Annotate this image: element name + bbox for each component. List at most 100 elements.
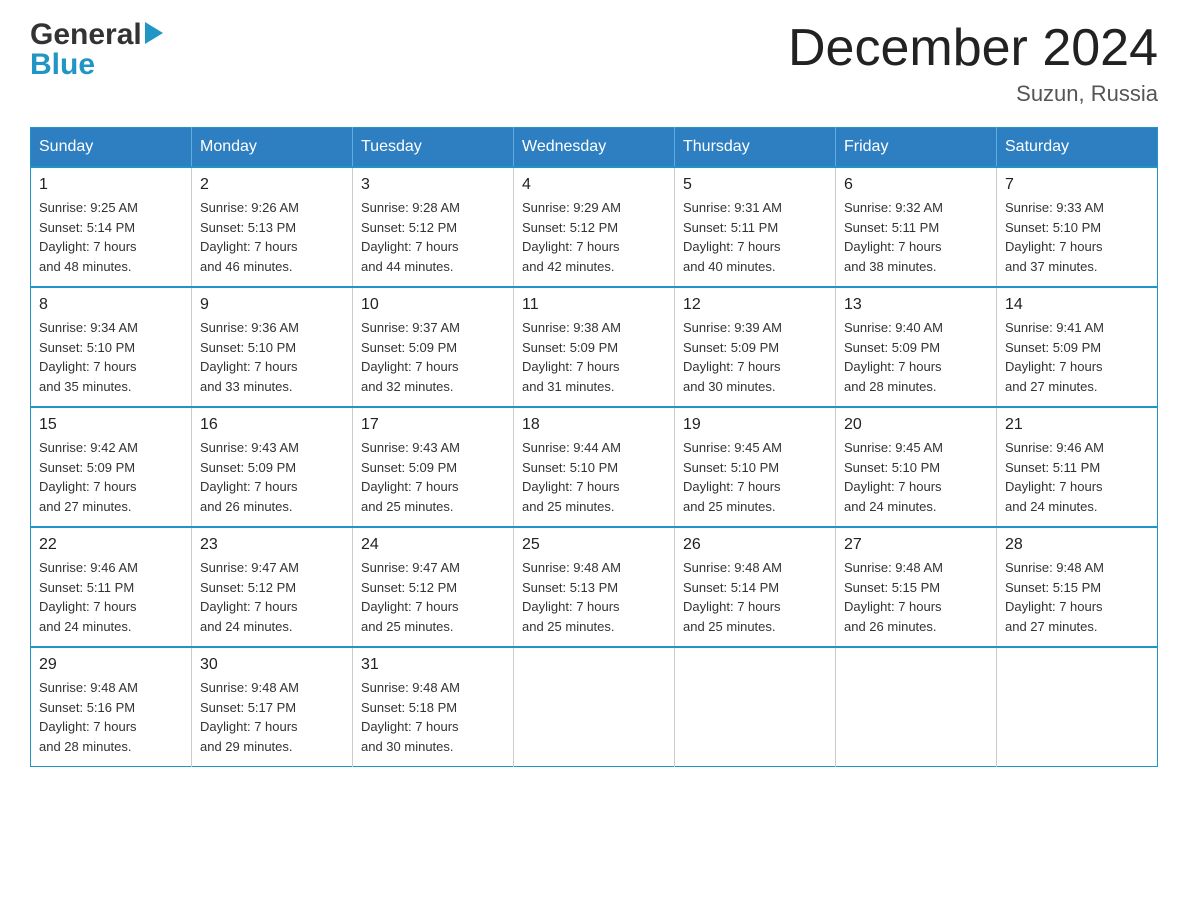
day-number: 19 xyxy=(683,416,827,434)
calendar-cell xyxy=(675,647,836,767)
day-info: Sunrise: 9:46 AMSunset: 5:11 PMDaylight:… xyxy=(1005,438,1149,516)
logo-blue-text: Blue xyxy=(30,50,163,80)
calendar-cell: 20 Sunrise: 9:45 AMSunset: 5:10 PMDayligh… xyxy=(836,407,997,527)
day-number: 30 xyxy=(200,656,344,674)
day-number: 3 xyxy=(361,176,505,194)
day-info: Sunrise: 9:45 AMSunset: 5:10 PMDaylight:… xyxy=(683,438,827,516)
calendar-cell: 15Sunrise: 9:42 AMSunset: 5:09 PMDayligh… xyxy=(31,407,192,527)
calendar-body: 1Sunrise: 9:25 AMSunset: 5:14 PMDaylight… xyxy=(31,167,1158,767)
day-number: 14 xyxy=(1005,296,1149,314)
calendar-cell: 27Sunrise: 9:48 AMSunset: 5:15 PMDayligh… xyxy=(836,527,997,647)
day-number: 27 xyxy=(844,536,988,554)
day-info: Sunrise: 9:41 AMSunset: 5:09 PMDaylight:… xyxy=(1005,318,1149,396)
calendar-cell: 17 Sunrise: 9:43 AMSunset: 5:09 PMDayligh… xyxy=(353,407,514,527)
day-info: Sunrise: 9:39 AMSunset: 5:09 PMDaylight:… xyxy=(683,318,827,396)
calendar-week-3: 15Sunrise: 9:42 AMSunset: 5:09 PMDayligh… xyxy=(31,407,1158,527)
calendar-cell: 7Sunrise: 9:33 AMSunset: 5:10 PMDaylight… xyxy=(997,167,1158,287)
day-number: 4 xyxy=(522,176,666,194)
logo-top-line: General xyxy=(30,20,163,50)
calendar-cell: 10 Sunrise: 9:37 AMSunset: 5:09 PMDayligh… xyxy=(353,287,514,407)
calendar-week-4: 22Sunrise: 9:46 AMSunset: 5:11 PMDayligh… xyxy=(31,527,1158,647)
day-number: 28 xyxy=(1005,536,1149,554)
calendar-cell: 6 Sunrise: 9:32 AMSunset: 5:11 PMDaylight… xyxy=(836,167,997,287)
page-header: General Blue December 2024 Suzun, Russia xyxy=(30,20,1158,107)
calendar-cell: 23Sunrise: 9:47 AMSunset: 5:12 PMDayligh… xyxy=(192,527,353,647)
day-number: 24 xyxy=(361,536,505,554)
day-number: 21 xyxy=(1005,416,1149,434)
calendar-cell: 9 Sunrise: 9:36 AMSunset: 5:10 PMDaylight… xyxy=(192,287,353,407)
day-info: Sunrise: 9:45 AMSunset: 5:10 PMDaylight:… xyxy=(844,438,988,516)
day-info: Sunrise: 9:44 AMSunset: 5:10 PMDaylight:… xyxy=(522,438,666,516)
day-info: Sunrise: 9:37 AMSunset: 5:09 PMDaylight:… xyxy=(361,318,505,396)
day-number: 13 xyxy=(844,296,988,314)
day-number: 5 xyxy=(683,176,827,194)
day-number: 12 xyxy=(683,296,827,314)
calendar-cell: 13 Sunrise: 9:40 AMSunset: 5:09 PMDayligh… xyxy=(836,287,997,407)
calendar-cell: 30 Sunrise: 9:48 AMSunset: 5:17 PMDayligh… xyxy=(192,647,353,767)
col-wednesday: Wednesday xyxy=(514,128,675,168)
day-number: 18 xyxy=(522,416,666,434)
calendar-cell xyxy=(997,647,1158,767)
day-number: 17 xyxy=(361,416,505,434)
day-info: Sunrise: 9:38 AMSunset: 5:09 PMDaylight:… xyxy=(522,318,666,396)
calendar-cell: 16 Sunrise: 9:43 AMSunset: 5:09 PMDayligh… xyxy=(192,407,353,527)
day-number: 16 xyxy=(200,416,344,434)
col-friday: Friday xyxy=(836,128,997,168)
day-info: Sunrise: 9:43 AMSunset: 5:09 PMDaylight:… xyxy=(200,438,344,516)
calendar-table: Sunday Monday Tuesday Wednesday Thursday… xyxy=(30,127,1158,767)
col-saturday: Saturday xyxy=(997,128,1158,168)
calendar-cell: 28 Sunrise: 9:48 AMSunset: 5:15 PMDayligh… xyxy=(997,527,1158,647)
day-number: 31 xyxy=(361,656,505,674)
day-info: Sunrise: 9:48 AMSunset: 5:15 PMDaylight:… xyxy=(1005,558,1149,636)
calendar-cell: 25 Sunrise: 9:48 AMSunset: 5:13 PMDayligh… xyxy=(514,527,675,647)
day-info: Sunrise: 9:29 AMSunset: 5:12 PMDaylight:… xyxy=(522,198,666,276)
calendar-cell: 22Sunrise: 9:46 AMSunset: 5:11 PMDayligh… xyxy=(31,527,192,647)
day-number: 8 xyxy=(39,296,183,314)
day-info: Sunrise: 9:32 AMSunset: 5:11 PMDaylight:… xyxy=(844,198,988,276)
calendar-cell: 1Sunrise: 9:25 AMSunset: 5:14 PMDaylight… xyxy=(31,167,192,287)
calendar-cell: 21 Sunrise: 9:46 AMSunset: 5:11 PMDayligh… xyxy=(997,407,1158,527)
col-thursday: Thursday xyxy=(675,128,836,168)
day-number: 29 xyxy=(39,656,183,674)
day-number: 9 xyxy=(200,296,344,314)
day-info: Sunrise: 9:48 AMSunset: 5:13 PMDaylight:… xyxy=(522,558,666,636)
col-tuesday: Tuesday xyxy=(353,128,514,168)
day-number: 25 xyxy=(522,536,666,554)
day-number: 11 xyxy=(522,296,666,314)
calendar-week-5: 29 Sunrise: 9:48 AMSunset: 5:16 PMDayligh… xyxy=(31,647,1158,767)
day-number: 10 xyxy=(361,296,505,314)
calendar-cell: 19 Sunrise: 9:45 AMSunset: 5:10 PMDayligh… xyxy=(675,407,836,527)
logo-general-text: General xyxy=(30,20,142,50)
day-number: 26 xyxy=(683,536,827,554)
day-number: 6 xyxy=(844,176,988,194)
col-monday: Monday xyxy=(192,128,353,168)
day-info: Sunrise: 9:25 AMSunset: 5:14 PMDaylight:… xyxy=(39,198,183,276)
calendar-cell xyxy=(514,647,675,767)
calendar-cell xyxy=(836,647,997,767)
title-area: December 2024 Suzun, Russia xyxy=(788,20,1158,107)
day-info: Sunrise: 9:48 AMSunset: 5:16 PMDaylight:… xyxy=(39,678,183,756)
day-info: Sunrise: 9:40 AMSunset: 5:09 PMDaylight:… xyxy=(844,318,988,396)
calendar-cell: 26 Sunrise: 9:48 AMSunset: 5:14 PMDayligh… xyxy=(675,527,836,647)
day-info: Sunrise: 9:28 AMSunset: 5:12 PMDaylight:… xyxy=(361,198,505,276)
day-number: 7 xyxy=(1005,176,1149,194)
day-info: Sunrise: 9:31 AMSunset: 5:11 PMDaylight:… xyxy=(683,198,827,276)
calendar-cell: 24 Sunrise: 9:47 AMSunset: 5:12 PMDayligh… xyxy=(353,527,514,647)
day-info: Sunrise: 9:43 AMSunset: 5:09 PMDaylight:… xyxy=(361,438,505,516)
col-sunday: Sunday xyxy=(31,128,192,168)
logo: General Blue xyxy=(30,20,163,80)
day-info: Sunrise: 9:48 AMSunset: 5:14 PMDaylight:… xyxy=(683,558,827,636)
day-info: Sunrise: 9:48 AMSunset: 5:17 PMDaylight:… xyxy=(200,678,344,756)
calendar-header: Sunday Monday Tuesday Wednesday Thursday… xyxy=(31,128,1158,168)
day-number: 15 xyxy=(39,416,183,434)
calendar-cell: 11 Sunrise: 9:38 AMSunset: 5:09 PMDayligh… xyxy=(514,287,675,407)
day-number: 20 xyxy=(844,416,988,434)
calendar-cell: 3 Sunrise: 9:28 AMSunset: 5:12 PMDaylight… xyxy=(353,167,514,287)
location-text: Suzun, Russia xyxy=(788,81,1158,107)
day-number: 22 xyxy=(39,536,183,554)
calendar-cell: 2Sunrise: 9:26 AMSunset: 5:13 PMDaylight… xyxy=(192,167,353,287)
day-info: Sunrise: 9:26 AMSunset: 5:13 PMDaylight:… xyxy=(200,198,344,276)
logo-arrow-icon xyxy=(145,22,163,44)
day-info: Sunrise: 9:36 AMSunset: 5:10 PMDaylight:… xyxy=(200,318,344,396)
day-info: Sunrise: 9:47 AMSunset: 5:12 PMDaylight:… xyxy=(361,558,505,636)
